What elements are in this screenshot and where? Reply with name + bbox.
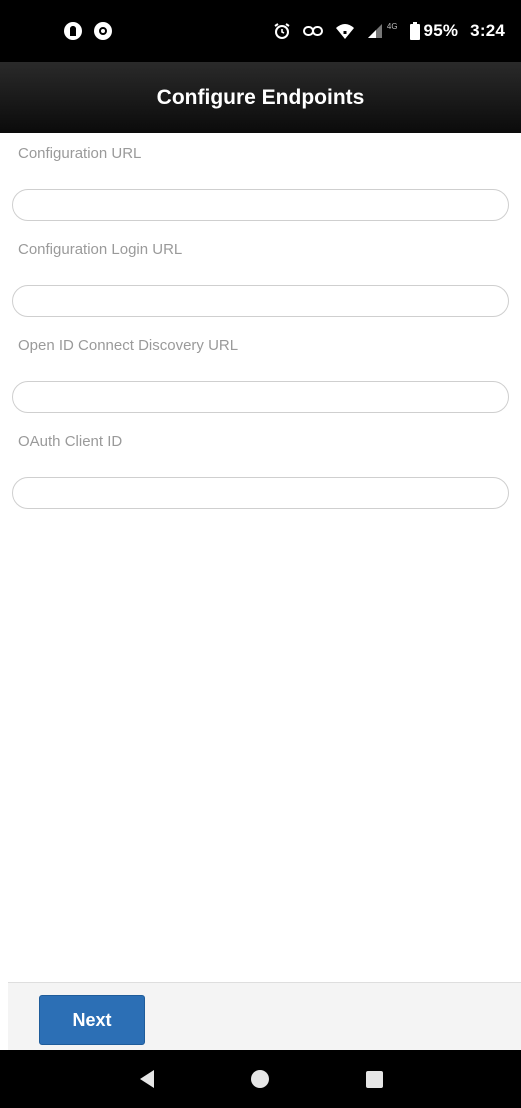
shield-icon (94, 22, 112, 40)
wifi-icon (335, 22, 355, 40)
configuration-login-url-label: Configuration Login URL (18, 241, 183, 258)
link-icon (302, 24, 323, 38)
status-left (64, 22, 112, 40)
openid-discovery-url-input[interactable] (12, 381, 509, 413)
footer-bar: Next (8, 982, 521, 1050)
network-type: 4G (386, 21, 398, 31)
oauth-client-id-input[interactable] (12, 477, 509, 509)
battery-icon (409, 22, 420, 40)
configuration-login-url-input[interactable] (12, 285, 509, 317)
screen: 4G 95% 3:24 Configure Endpoints Configur… (0, 0, 521, 1108)
recents-button[interactable] (354, 1059, 394, 1099)
home-icon (251, 1070, 270, 1088)
signal-icon (367, 23, 383, 39)
recents-icon (365, 1070, 383, 1088)
status-bar: 4G 95% 3:24 (0, 0, 521, 62)
clock: 3:24 (470, 21, 505, 40)
openid-discovery-url-label: Open ID Connect Discovery URL (18, 337, 239, 354)
configuration-url-label: Configuration URL (18, 145, 142, 162)
battery-percent: 95% (423, 21, 459, 40)
page-title: Configure Endpoints (156, 85, 365, 109)
back-icon (139, 1070, 154, 1088)
home-button[interactable] (240, 1059, 280, 1099)
back-button[interactable] (127, 1059, 167, 1099)
pi-icon (64, 22, 82, 40)
status-right: 4G 95% 3:24 (273, 21, 505, 41)
alarm-icon (273, 22, 291, 40)
next-button[interactable]: Next (39, 995, 145, 1045)
system-nav-bar (0, 1050, 521, 1108)
oauth-client-id-label: OAuth Client ID (18, 433, 123, 450)
configuration-url-input[interactable] (12, 189, 509, 221)
app-header: Configure Endpoints (0, 62, 521, 133)
